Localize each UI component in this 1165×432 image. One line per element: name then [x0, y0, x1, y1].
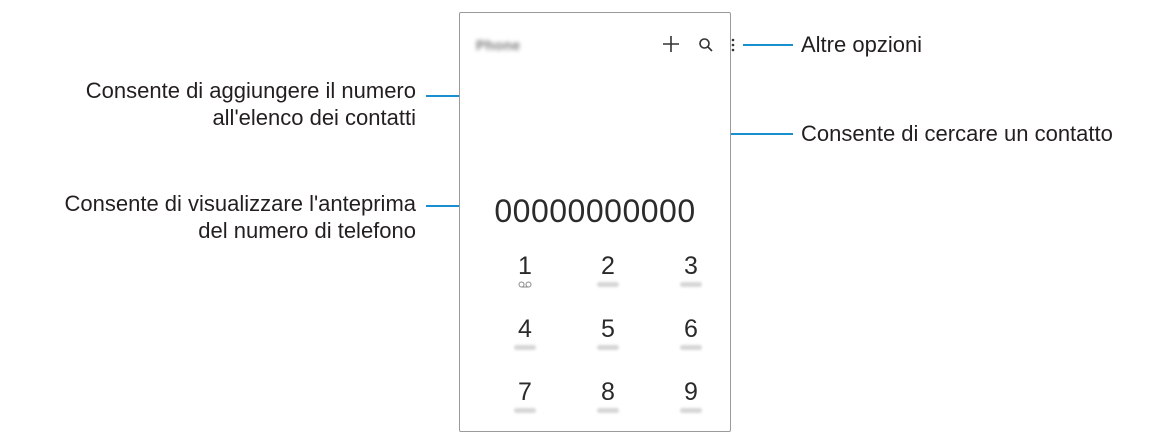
dial-key-digit: 8 — [601, 378, 615, 406]
dial-key-letters — [680, 345, 702, 350]
voicemail-icon — [518, 281, 532, 288]
dial-key-letters — [514, 345, 536, 350]
dial-key-digit: 5 — [601, 315, 615, 343]
dial-key-1[interactable]: 1 — [495, 251, 555, 288]
dial-key-letters — [597, 282, 619, 287]
dial-key-5[interactable]: 5 — [578, 314, 638, 350]
dial-key-digit: 7 — [518, 378, 532, 406]
dial-key-3[interactable]: 3 — [661, 251, 721, 287]
dial-key-6[interactable]: 6 — [661, 314, 721, 350]
dial-key-letters — [514, 408, 536, 413]
dial-key-7[interactable]: 7 — [495, 377, 555, 413]
dial-key-letters — [680, 282, 702, 287]
callout-add-contact-line1: Consente di aggiungere il numero — [85, 78, 416, 103]
dial-key-9[interactable]: 9 — [661, 377, 721, 413]
plus-icon[interactable] — [662, 35, 680, 53]
dial-key-2[interactable]: 2 — [578, 251, 638, 287]
search-icon[interactable] — [698, 37, 714, 53]
dial-key-letters — [597, 345, 619, 350]
callout-add-contact-line2: all'elenco dei contatti — [212, 105, 416, 130]
callout-preview-line1: Consente di visualizzare l'anteprima — [64, 191, 416, 216]
callout-preview-line2: del numero di telefono — [198, 218, 416, 243]
dial-key-digit: 4 — [518, 315, 532, 343]
phone-screen: Phone 00000000000 1 2 3 4 5 6 7 8 9 — [459, 12, 735, 432]
dial-key-digit: 1 — [518, 252, 532, 280]
dial-key-digit: 2 — [601, 252, 615, 280]
dial-key-digit: 3 — [684, 252, 698, 280]
callout-add-contact: Consente di aggiungere il numero all'ele… — [86, 77, 416, 131]
number-preview: 00000000000 — [494, 193, 696, 229]
dial-key-digit: 9 — [684, 378, 698, 406]
more-options-icon[interactable] — [730, 37, 736, 53]
dial-key-8[interactable]: 8 — [578, 377, 638, 413]
dial-key-letters — [680, 408, 702, 413]
callout-more-options: Altre opzioni — [801, 32, 923, 57]
callout-search-contact: Consente di cercare un contatto — [801, 121, 1113, 146]
dial-key-digit: 6 — [684, 315, 698, 343]
callout-preview-number: Consente di visualizzare l'anteprima del… — [65, 190, 416, 244]
dial-key-4[interactable]: 4 — [495, 314, 555, 350]
app-title: Phone — [476, 37, 521, 53]
dial-key-letters — [597, 408, 619, 413]
